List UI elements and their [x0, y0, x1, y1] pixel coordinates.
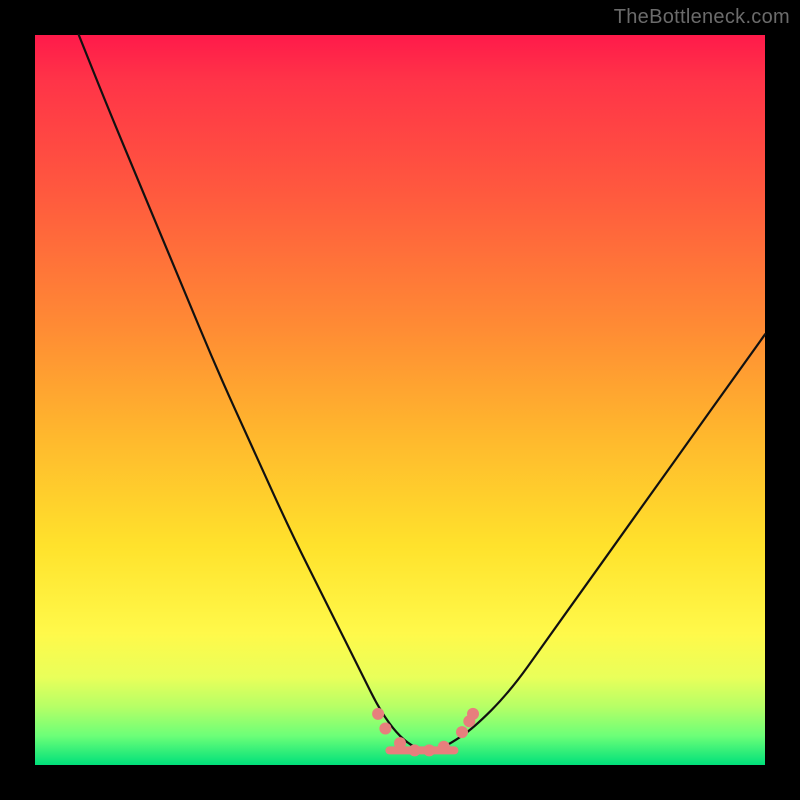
marker-dot [379, 723, 391, 735]
marker-dot [423, 744, 435, 756]
chart-frame: TheBottleneck.com [0, 0, 800, 800]
marker-dot [394, 737, 406, 749]
chart-svg [35, 35, 765, 765]
marker-group [372, 708, 479, 757]
watermark-text: TheBottleneck.com [614, 6, 790, 29]
marker-dot [409, 744, 421, 756]
marker-dot [438, 741, 450, 753]
marker-dot [467, 708, 479, 720]
marker-dot [372, 708, 384, 720]
bottleneck-curve [79, 35, 765, 750]
marker-dot [456, 726, 468, 738]
plot-area [35, 35, 765, 765]
